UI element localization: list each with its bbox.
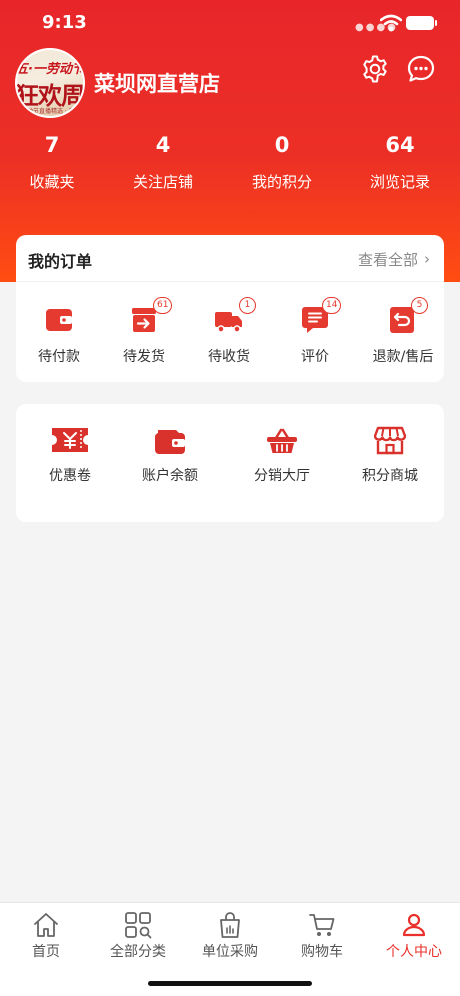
stat-value: 64 [385,133,415,157]
order-entry-label: 评价 [301,349,329,365]
stat-label: 我的积分 [251,173,312,191]
order-entry-label: 待付款 [38,349,80,365]
stat-label: 收藏夹 [29,173,75,191]
wifi-icon [380,14,402,32]
orders-title: 我的订单 [28,252,93,271]
stat-value: 0 [274,133,290,157]
cart-icon [309,914,335,936]
home-indicator [148,981,312,986]
tab-label: 个人中心 [386,944,442,960]
stat-value: 7 [44,133,60,157]
shopping-bag-icon [220,912,240,938]
order-entry-label: 退款/售后 [372,349,434,365]
stat-label: 浏览记录 [369,173,430,191]
home-icon [34,913,58,937]
orders-card: 我的订单 查看全部 › 待付款 61 待发货 1 待收货 14 评价 5 退款/… [16,235,444,382]
chevron-right-icon[interactable]: › [424,250,430,268]
profile-page: 9:13 ●●●● 五·一劳动节 狂欢周 劳动节直播精选 · 惠享精彩 菜坝网直… [0,0,460,996]
tab-home[interactable]: 首页 [0,911,92,961]
order-pending-receipt[interactable]: 1 待收货 [202,295,256,375]
stat-label: 关注店铺 [132,173,193,191]
tab-unit-purchase[interactable]: 单位采购 [184,911,276,961]
wallet-icon [46,309,72,331]
service-label: 账户余额 [142,468,198,484]
tab-label: 购物车 [301,944,343,960]
wallet-icon [155,430,185,454]
order-entry-label: 待收货 [208,349,250,365]
order-pending-shipment[interactable]: 61 待发货 [117,295,173,375]
store-avatar[interactable]: 五·一劳动节 狂欢周 劳动节直播精选 · 惠享精彩 [15,48,85,118]
gear-icon[interactable] [360,54,390,84]
stat-favorites[interactable]: 7 收藏夹 [0,132,107,192]
order-entry-label: 待发货 [123,349,165,365]
stat-followed-stores[interactable]: 4 关注店铺 [108,132,218,192]
services-card: 优惠卷 账户余额 分销大厅 积分商城 [16,404,444,522]
store-icon [374,426,406,455]
order-refund-aftersale[interactable]: 5 退款/售后 [371,295,435,375]
tab-cart[interactable]: 购物车 [276,911,368,961]
badge-count: 61 [153,297,173,314]
avatar-text-line3: 劳动节直播精选 · 惠享精彩 [21,108,83,115]
category-grid-icon [125,912,152,939]
order-pending-payment[interactable]: 待付款 [32,295,86,375]
service-coupons[interactable]: 优惠卷 [34,424,106,504]
divider [16,281,444,282]
stat-browse-history[interactable]: 64 浏览记录 [345,132,455,192]
battery-icon [406,16,437,30]
service-label: 优惠卷 [49,468,91,484]
tab-label: 首页 [32,944,60,960]
chat-bubble-icon[interactable] [406,54,436,84]
service-label: 积分商城 [362,468,418,484]
status-time: 9:13 [42,12,87,33]
view-all-orders-link[interactable]: 查看全部 [358,249,418,270]
shop-name: 菜坝网直营店 [94,72,220,96]
coupon-icon [52,428,88,452]
stat-points[interactable]: 0 我的积分 [227,132,337,192]
service-account-balance[interactable]: 账户余额 [134,424,206,504]
badge-count: 14 [322,297,342,314]
badge-count: 5 [411,297,428,314]
service-label: 分销大厅 [254,468,310,484]
stat-value: 4 [155,133,171,157]
badge-count: 1 [239,297,256,314]
tab-label: 全部分类 [110,944,166,960]
tab-label: 单位采购 [202,944,258,960]
service-distribution-hall[interactable]: 分销大厅 [246,424,318,504]
order-to-review[interactable]: 14 评价 [288,295,342,375]
service-points-mall[interactable]: 积分商城 [354,424,426,504]
avatar-text-line1: 五·一劳动节 [15,62,85,77]
person-icon [402,913,426,937]
basket-icon [267,428,297,453]
tab-personal-center[interactable]: 个人中心 [368,911,460,961]
tab-all-categories[interactable]: 全部分类 [92,911,184,961]
